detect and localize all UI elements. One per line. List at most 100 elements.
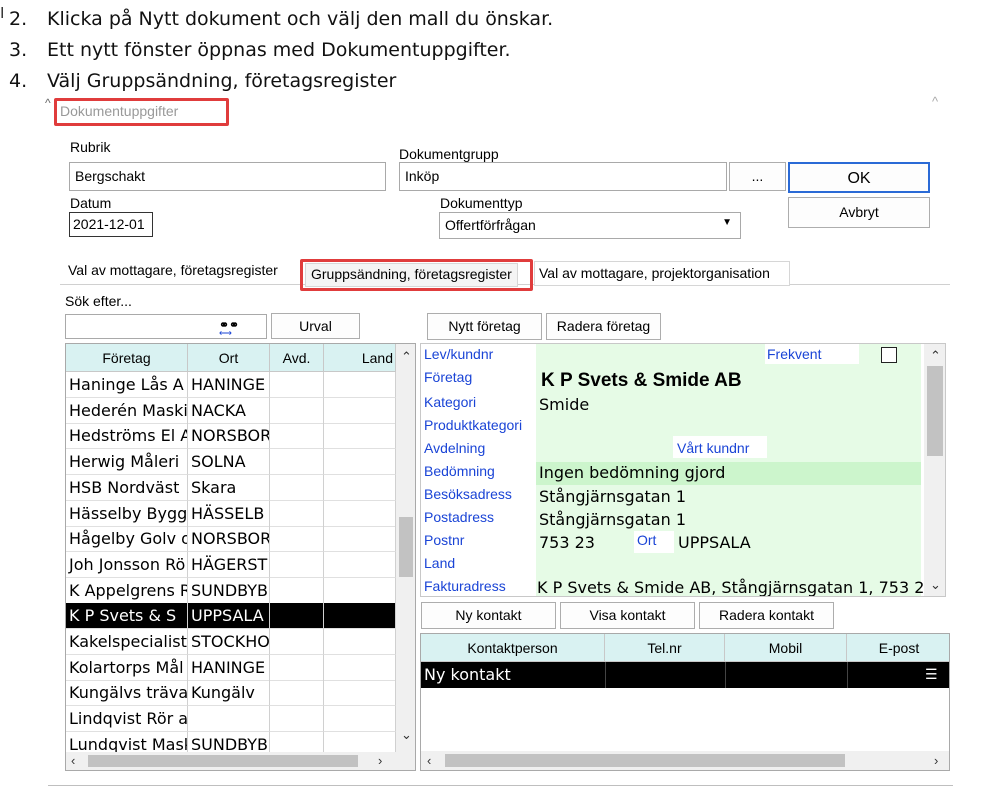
besoksadress-label: Besöksadress	[424, 486, 512, 502]
collapse-icon[interactable]: ^	[932, 94, 938, 109]
frekvent-checkbox[interactable]	[881, 347, 897, 363]
tab-projektorganisation[interactable]: Val av mottagare, projektorganisation	[534, 261, 790, 286]
table-cell	[324, 654, 396, 681]
fakturadress-value[interactable]: K P Svets & Smide AB, Stångjärnsgatan 1,…	[537, 578, 923, 596]
arrows-icon: ⟷	[219, 328, 232, 338]
table-cell: Hågelby Golv o	[66, 526, 188, 553]
table-cell: HANINGE	[188, 654, 270, 681]
scroll-thumb[interactable]	[399, 517, 413, 577]
table-cell: NORSBOR	[188, 526, 270, 553]
kategori-value[interactable]: Smide	[539, 395, 589, 414]
column-header-mobil[interactable]: Mobil	[725, 634, 847, 662]
table-cell: HANINGE	[188, 372, 270, 398]
table-row[interactable]: Hågelby Golv o NORSBOR	[66, 526, 396, 553]
ort-value[interactable]: UPPSALA	[678, 533, 751, 552]
contact-horizontal-scrollbar[interactable]: ‹ ›	[421, 751, 949, 770]
table-cell: Lundqvist Mask	[66, 731, 188, 752]
dokumentgrupp-browse-button[interactable]: ...	[729, 162, 786, 191]
column-header-land[interactable]: Land	[324, 344, 396, 372]
cancel-button[interactable]: Avbryt	[788, 197, 930, 228]
table-row[interactable]: K P Svets & S UPPSALA	[66, 603, 396, 630]
urval-button[interactable]: Urval	[271, 313, 360, 339]
table-cell: HÄSSELB	[188, 500, 270, 527]
table-row[interactable]: Haninge Lås A HANINGE	[66, 372, 396, 398]
scroll-up-icon[interactable]: ⌃	[930, 349, 941, 362]
table-row[interactable]: Hedströms El A NORSBOR	[66, 423, 396, 450]
postnr-value[interactable]: 753 23	[539, 533, 595, 552]
column-header-ort[interactable]: Ort	[188, 344, 270, 372]
table-cell	[324, 449, 396, 476]
table-row[interactable]: K Appelgrens R SUNDBYB	[66, 577, 396, 604]
scroll-thumb[interactable]	[445, 754, 845, 767]
table-cell	[324, 731, 396, 752]
company-vertical-scrollbar[interactable]: ⌃ ⌄	[396, 344, 415, 752]
column-header-telnr[interactable]: Tel.nr	[605, 634, 725, 662]
table-row[interactable]: Hederén Maski NACKA	[66, 397, 396, 424]
contact-table[interactable]: Kontaktperson Tel.nr Mobil E-post Ny kon…	[420, 633, 950, 771]
column-header-epost[interactable]: E-post	[847, 634, 949, 662]
table-row[interactable]: HSB Nordväst Skara	[66, 474, 396, 501]
scroll-up-icon[interactable]: ⌃	[401, 350, 412, 363]
table-cell: Joh Jonsson Rö	[66, 551, 188, 578]
table-cell	[324, 474, 396, 501]
table-row[interactable]: Kungälvs träva Kungälv	[66, 680, 396, 707]
table-cell: Lindqvist Rör a	[66, 706, 188, 733]
ok-button[interactable]: OK	[788, 162, 930, 193]
table-row[interactable]: Lundqvist Mask SUNDBYB	[66, 731, 396, 752]
table-cell: Hedströms El A	[66, 423, 188, 450]
table-row[interactable]: Kolartorps Mål HANINGE	[66, 654, 396, 681]
scroll-right-icon[interactable]: ›	[378, 754, 382, 767]
table-cell	[270, 706, 324, 733]
company-horizontal-scrollbar[interactable]: ‹ ›	[66, 752, 415, 770]
rubrik-input[interactable]: Bergschakt	[69, 162, 386, 191]
delete-company-button[interactable]: Radera företag	[546, 313, 661, 340]
table-cell: Haninge Lås A	[66, 372, 188, 398]
details-vertical-scrollbar[interactable]: ⌃ ⌄	[924, 344, 945, 596]
table-cell	[270, 603, 324, 630]
column-header-foretag[interactable]: Företag	[66, 344, 188, 372]
ort-label: Ort	[637, 532, 657, 548]
postadress-value[interactable]: Stångjärnsgatan 1	[539, 510, 686, 529]
datum-input[interactable]: 2021-12-01	[69, 212, 153, 237]
dokumenttyp-select[interactable]: Offertförfrågan ▼	[439, 212, 741, 239]
list-icon[interactable]: ☰	[925, 666, 938, 683]
delete-contact-button[interactable]: Radera kontakt	[699, 602, 834, 629]
table-row[interactable]: Hässelby Bygg HÄSSELB	[66, 500, 396, 527]
table-cell: Kakelspecialist	[66, 629, 188, 655]
chevron-down-icon: ▼	[722, 217, 732, 228]
foretag-value[interactable]: K P Svets & Smide AB	[541, 370, 742, 392]
table-cell: K Appelgrens R	[66, 577, 188, 604]
table-cell	[324, 526, 396, 553]
column-header-kontaktperson[interactable]: Kontaktperson	[421, 634, 605, 662]
scroll-down-icon[interactable]: ⌄	[401, 728, 412, 741]
frekvent-label: Frekvent	[767, 346, 822, 362]
table-row[interactable]: Herwig Måleri SOLNA	[66, 449, 396, 476]
bedomning-value[interactable]: Ingen bedömning gjord	[539, 463, 725, 482]
search-label: Sök efter...	[65, 293, 132, 309]
column-header-avd[interactable]: Avd.	[270, 344, 324, 372]
new-company-button[interactable]: Nytt företag	[427, 313, 542, 340]
table-cell: Kungälv	[188, 680, 270, 707]
besoksadress-value[interactable]: Stångjärnsgatan 1	[539, 487, 686, 506]
avdelning-label: Avdelning	[424, 440, 486, 456]
table-row[interactable]: Kakelspecialist STOCKHO	[66, 629, 396, 655]
company-table[interactable]: Företag Ort Avd. Land Haninge Lås A HANIN…	[65, 343, 416, 771]
table-row[interactable]: Joh Jonsson Rö HÄGERST	[66, 551, 396, 578]
step-text: Ett nytt fönster öppnas med Dokumentuppg…	[47, 39, 511, 61]
scroll-down-icon[interactable]: ⌄	[930, 578, 941, 591]
scroll-thumb[interactable]	[88, 755, 358, 767]
table-cell	[270, 397, 324, 424]
table-cell: Herwig Måleri	[66, 449, 188, 476]
show-contact-button[interactable]: Visa kontakt	[560, 602, 695, 629]
scroll-left-icon[interactable]: ‹	[427, 754, 431, 767]
scroll-right-icon[interactable]: ›	[934, 754, 938, 767]
dokumentgrupp-input[interactable]: Inköp	[399, 162, 727, 191]
scroll-thumb[interactable]	[927, 366, 943, 456]
table-cell: K P Svets & S	[66, 603, 188, 630]
contact-row[interactable]: Ny kontakt ☰	[421, 662, 949, 688]
table-row[interactable]: Lindqvist Rör a	[66, 706, 396, 733]
scroll-left-icon[interactable]: ‹	[71, 754, 75, 767]
contact-sep-2	[725, 662, 726, 688]
new-contact-button[interactable]: Ny kontakt	[421, 602, 556, 629]
tab-val-av-mottagare[interactable]: Val av mottagare, företagsregister	[63, 259, 299, 285]
